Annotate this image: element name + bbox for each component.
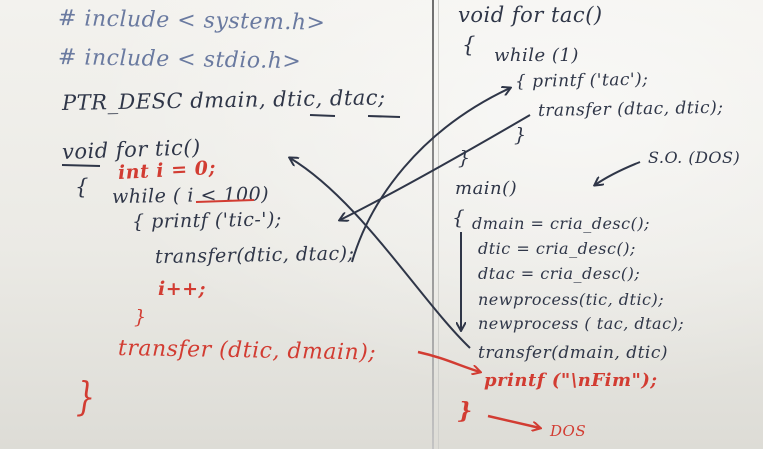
arrow-tac-to-tic [340,114,531,220]
red-condition-underline [195,199,255,203]
annotation-arrows [61,0,641,449]
dtic-underline [309,114,336,117]
arrow-main-to-tic [290,158,471,349]
arrow-red-return-to-main [417,350,480,372]
void-tic-underline [61,164,101,167]
whiteboard: # include < system.h> # include < stdio.… [0,0,763,449]
arrow-red-to-dos [487,414,540,428]
arrow-so-to-main [595,161,641,185]
dtac-underline [367,115,401,118]
